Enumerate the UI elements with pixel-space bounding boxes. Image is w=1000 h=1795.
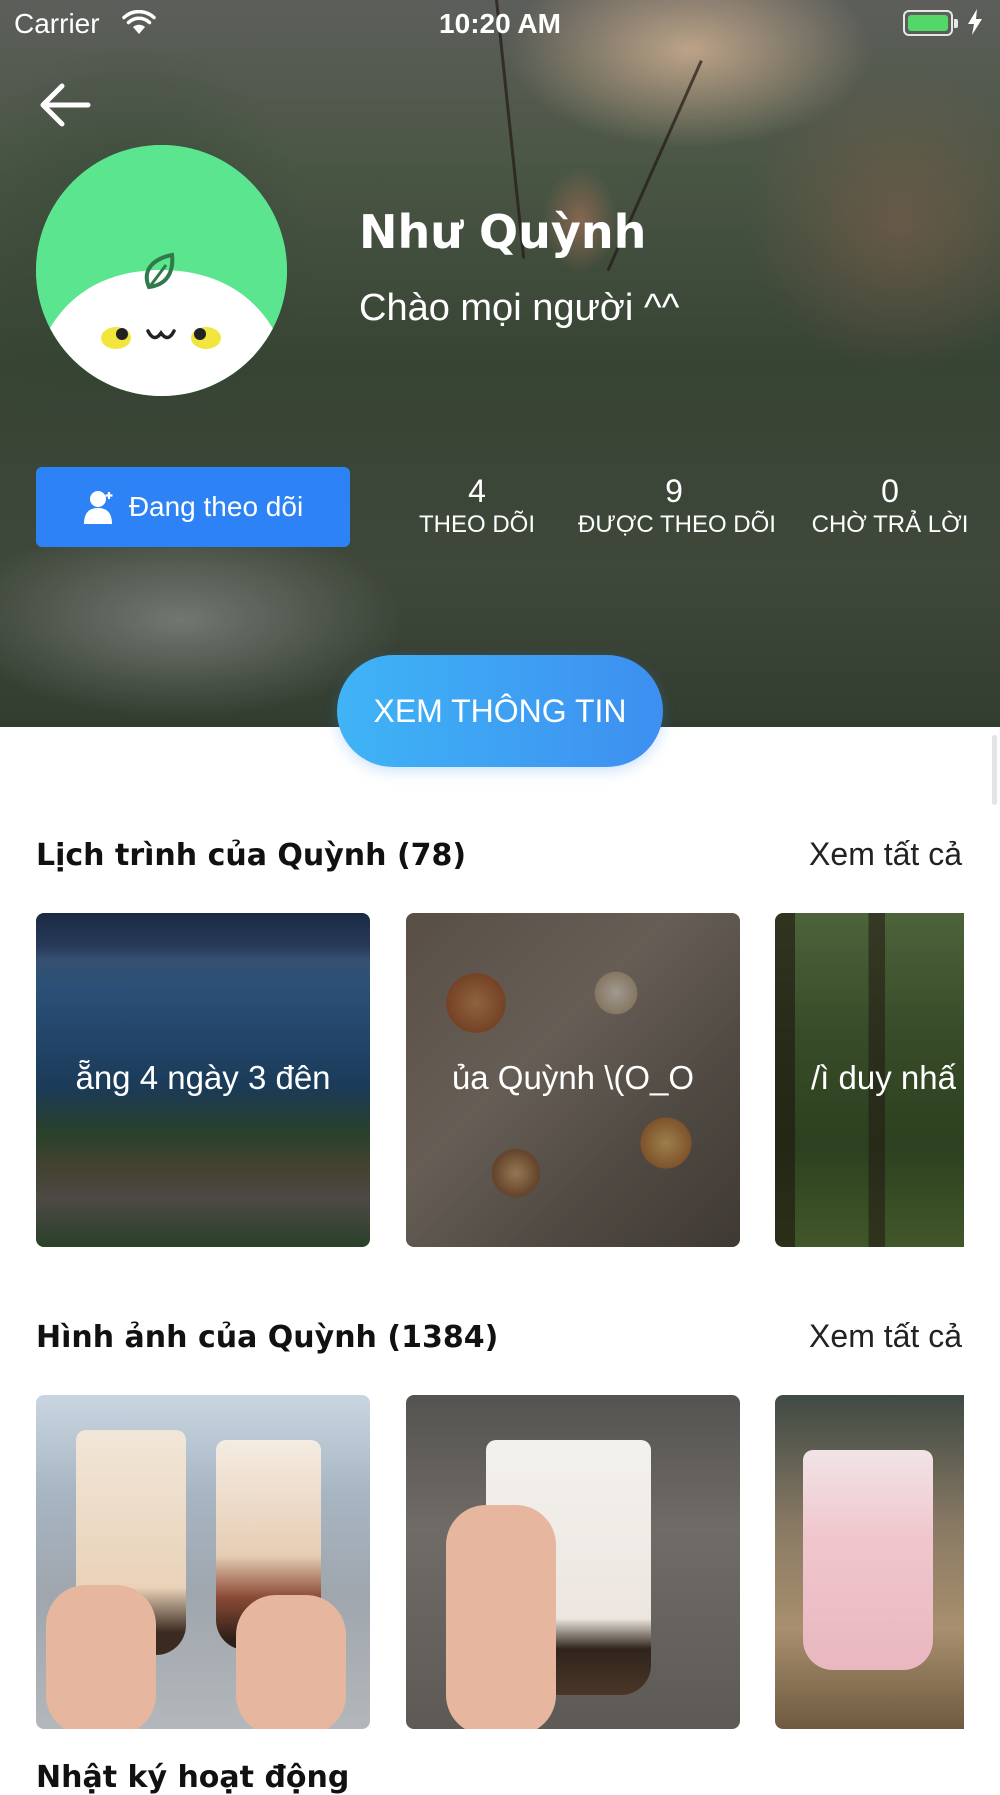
stat-following[interactable]: 4 THEO DÕI: [417, 472, 537, 540]
profile-bio: Chào mọi người ^^: [359, 287, 680, 329]
trip-card-title: ủa Quỳnh \(O_O: [451, 1059, 695, 1096]
photo-thumbnail[interactable]: [36, 1395, 370, 1729]
stat-label: THEO DÕI: [418, 511, 535, 538]
battery-tip: [954, 19, 958, 28]
stat-label: CHỜ TRẢ LỜI: [811, 511, 969, 538]
cup-shape: [803, 1450, 933, 1670]
back-arrow-icon[interactable]: [38, 80, 94, 130]
trip-card[interactable]: ẵng 4 ngày 3 đên: [36, 913, 370, 1247]
battery-level: [908, 15, 948, 31]
stat-value: 9: [665, 473, 683, 509]
trips-see-all-link[interactable]: Xem tất cả: [809, 836, 962, 873]
photo-thumbnail[interactable]: [775, 1395, 964, 1729]
stat-value: 0: [881, 473, 899, 509]
stat-value: 4: [468, 473, 486, 509]
hand-shape: [236, 1595, 346, 1729]
battery-icon: [903, 10, 953, 36]
photo-thumbnail[interactable]: [406, 1395, 740, 1729]
avatar[interactable]: [36, 145, 287, 396]
trip-card[interactable]: ủa Quỳnh \(O_O: [406, 913, 740, 1247]
stat-pending[interactable]: 0 CHỜ TRẢ LỜI: [810, 472, 970, 540]
photos-carousel[interactable]: [36, 1395, 964, 1729]
profile-name: Như Quỳnh: [359, 205, 647, 259]
scroll-indicator[interactable]: [992, 735, 997, 805]
trip-card-title: ẵng 4 ngày 3 đên: [75, 1059, 331, 1096]
trips-carousel[interactable]: ẵng 4 ngày 3 đên ủa Quỳnh \(O_O /ì duy n…: [36, 913, 964, 1247]
person-check-icon: [83, 491, 113, 524]
hand-shape: [446, 1505, 556, 1729]
stat-followers[interactable]: 9 ĐƯỢC THEO DÕI: [578, 472, 776, 540]
status-time: 10:20 AM: [439, 8, 561, 39]
stat-label: ĐƯỢC THEO DÕI: [578, 511, 776, 538]
trip-card-title: /ì duy nhấ: [811, 1059, 956, 1096]
following-button[interactable]: Đang theo dõi: [36, 467, 350, 547]
avatar-mascot-icon: [36, 145, 287, 396]
photos-section-title: Hình ảnh của Quỳnh (1384): [36, 1320, 499, 1355]
trip-card[interactable]: /ì duy nhấ: [775, 913, 964, 1247]
hand-shape: [46, 1585, 156, 1729]
trips-section-title: Lịch trình của Quỳnh (78): [36, 838, 467, 873]
following-button-label: Đang theo dõi: [128, 491, 304, 522]
status-bar: Carrier 10:20 AM: [0, 0, 1000, 50]
view-info-button[interactable]: XEM THÔNG TIN: [337, 655, 663, 767]
charging-bolt-icon: [968, 9, 982, 35]
photos-see-all-link[interactable]: Xem tất cả: [809, 1318, 962, 1355]
